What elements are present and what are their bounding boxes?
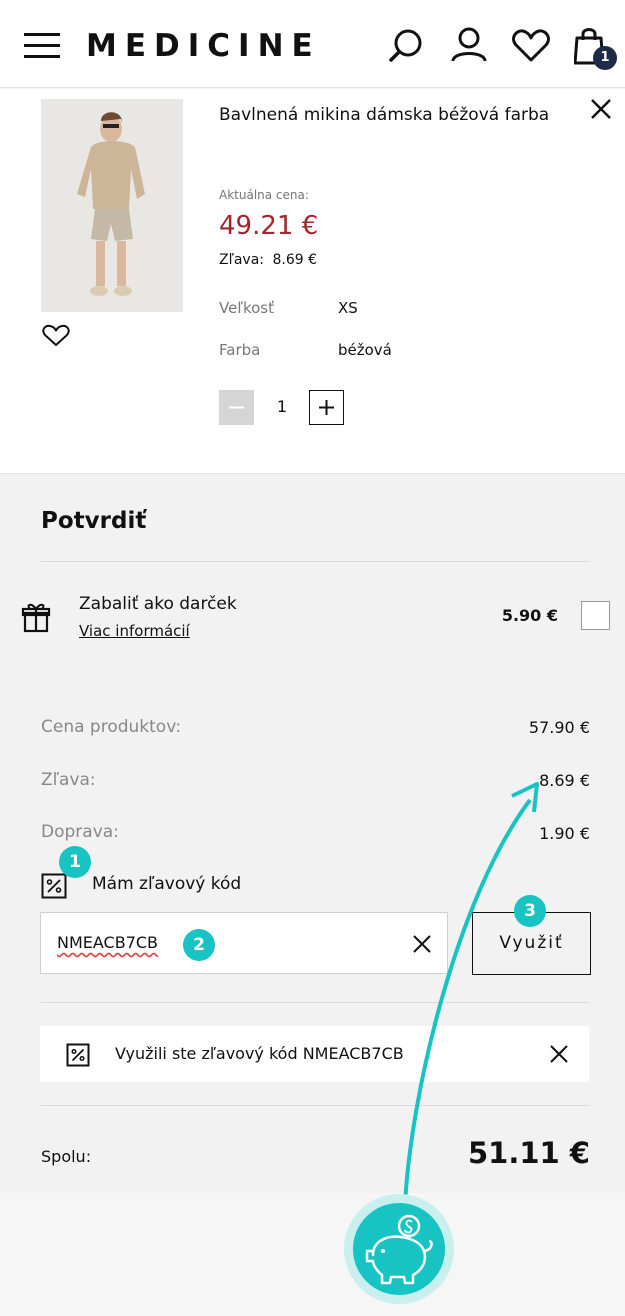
divider: [41, 1002, 589, 1003]
remove-code-icon[interactable]: [550, 1045, 568, 1063]
cart-count-badge: 1: [593, 46, 617, 70]
product-discount: Zľava: 8.69 €: [219, 252, 317, 268]
gift-more-info-link[interactable]: Viac informácií: [79, 622, 190, 640]
heart-icon[interactable]: [511, 28, 551, 64]
total-value: 51.11 €: [467, 1136, 590, 1170]
product-title[interactable]: Bavlnená mikina dámska béžová farba: [219, 104, 549, 126]
quantity-increase-button[interactable]: [309, 390, 344, 425]
gift-wrap-checkbox[interactable]: [581, 601, 610, 630]
clear-input-icon[interactable]: [413, 935, 431, 953]
quantity-decrease-button[interactable]: [219, 390, 254, 425]
discount-code-icon[interactable]: [41, 873, 67, 899]
divider: [41, 1105, 589, 1106]
product-discount-label: Zľava:: [219, 252, 265, 268]
search-icon[interactable]: [388, 28, 424, 64]
bottom-area: [0, 1193, 625, 1316]
size-value: XS: [338, 299, 358, 317]
quantity-value[interactable]: 1: [270, 397, 294, 416]
shipping-value: 1.90 €: [539, 824, 590, 843]
product-discount-value: 8.69 €: [272, 252, 317, 268]
size-label: Veľkosť: [219, 299, 274, 317]
color-value: béžová: [338, 341, 392, 359]
minus-icon: [229, 406, 244, 409]
remove-item-icon[interactable]: [590, 98, 612, 120]
account-icon[interactable]: [450, 26, 488, 64]
wishlist-heart-icon[interactable]: [42, 324, 70, 348]
products-price-value: 57.90 €: [528, 718, 590, 737]
site-header: MEDICINE 1: [0, 0, 625, 88]
shipping-label: Doprava:: [41, 822, 119, 842]
cart-item: Bavlnená mikina dámska béžová farba Aktu…: [0, 89, 625, 474]
discount-code-icon: [66, 1043, 90, 1067]
summary-title: Potvrdiť: [41, 508, 147, 534]
menu-icon[interactable]: [24, 31, 62, 59]
gift-wrap-price: 5.90 €: [501, 606, 558, 625]
discount-code-input[interactable]: NMEACB7CB: [40, 912, 448, 974]
applied-code-notice: Využili ste zľavový kód NMEACB7CB: [40, 1026, 589, 1082]
gift-icon: [21, 603, 51, 633]
total-label: Spolu:: [41, 1147, 92, 1166]
product-image[interactable]: [41, 99, 183, 312]
current-price-label: Aktuálna cena:: [219, 188, 309, 202]
discount-value: 8.69 €: [539, 771, 590, 790]
discount-code-value: NMEACB7CB: [57, 933, 159, 952]
product-photo: [41, 99, 183, 312]
logo[interactable]: MEDICINE: [86, 28, 321, 64]
step-1-marker: 1: [59, 846, 91, 878]
plus-icon: [319, 400, 334, 415]
discount-label: Zľava:: [41, 770, 96, 790]
current-price: 49.21 €: [219, 211, 319, 241]
step-3-marker: 3: [514, 895, 546, 927]
divider: [41, 561, 589, 562]
color-label: Farba: [219, 341, 261, 359]
discount-code-toggle[interactable]: Mám zľavový kód: [92, 874, 241, 894]
step-2-marker: 2: [183, 929, 215, 961]
products-price-label: Cena produktov:: [41, 717, 182, 737]
gift-wrap-label: Zabaliť ako darček: [79, 594, 237, 614]
applied-code-message: Využili ste zľavový kód NMEACB7CB: [115, 1044, 404, 1063]
piggy-bank-icon: [344, 1194, 454, 1304]
